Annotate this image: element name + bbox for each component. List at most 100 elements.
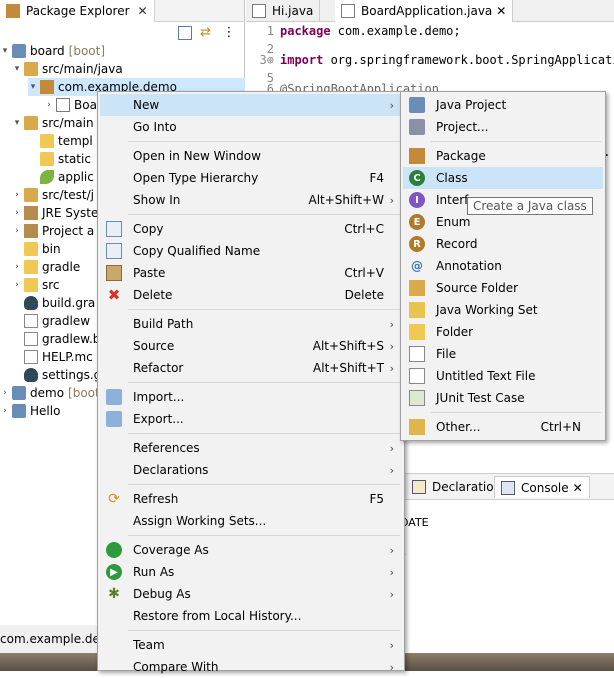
tree-item[interactable]: gradlew.b [12,330,100,348]
menu-item-build-path[interactable]: Build Path › [100,313,402,335]
file-icon [409,346,425,362]
expand-arrow-icon[interactable]: › [12,280,22,290]
tree-item[interactable]: applic [28,168,94,186]
menu-item-package[interactable]: Package [403,145,603,167]
expand-arrow-icon[interactable]: ▾ [12,118,22,128]
menu-item-untitled-text-file[interactable]: Untitled Text File [403,365,603,387]
tree-item-label: demo [30,386,65,400]
menu-item-annotation[interactable]: @ Annotation [403,255,603,277]
tree-item[interactable]: gradlew [12,312,90,330]
editor-tab[interactable]: Hi.java [246,0,321,22]
expand-arrow-icon[interactable]: ▾ [28,82,38,92]
menu-separator [431,141,601,142]
menu-item-compare-with[interactable]: Compare With › [100,656,402,678]
menu-item-debug-as[interactable]: ✱ Debug As › [100,583,402,605]
menu-item-run-as[interactable]: ▶ Run As › [100,561,402,583]
expand-arrow-icon[interactable]: › [44,100,54,110]
editor-tab[interactable]: BoardApplication.java ✕ [335,0,514,22]
expand-arrow-icon[interactable]: › [12,208,22,218]
tree-item[interactable]: ▾ src/main [12,114,94,132]
link-with-editor-icon[interactable]: ⇄ [200,26,214,40]
view-menu-icon[interactable]: ⋮ [222,26,236,40]
tree-item[interactable]: › gradle [12,258,80,276]
expand-arrow-icon[interactable]: › [0,406,10,416]
expand-arrow-icon[interactable]: › [12,262,22,272]
menu-item-references[interactable]: References › [100,437,402,459]
tree-item[interactable]: ▾ board [boot] [0,42,105,60]
menu-item-refresh[interactable]: ⟳ Refresh F5 [100,488,402,510]
menu-item-source[interactable]: Source Alt+Shift+S › [100,335,402,357]
tree-item[interactable]: build.gra [12,294,95,312]
menu-separator [128,382,400,383]
tree-item[interactable]: templ [28,132,93,150]
tree-item[interactable]: settings.g [12,366,101,384]
tree-item[interactable]: › src [12,276,60,294]
tree-item[interactable]: static [28,150,91,168]
folder-icon [40,134,54,148]
menu-item-label: New [133,98,160,112]
expand-arrow-icon[interactable]: › [12,226,22,236]
code-keyword: import [280,53,324,67]
menu-item-go-into[interactable]: Go Into [100,116,402,138]
status-bar: com.example.demo [0,625,119,653]
menu-item-label: Untitled Text File [436,369,536,383]
menu-item-copy[interactable]: Copy Ctrl+C [100,218,402,240]
menu-item-delete[interactable]: ✖ Delete Delete [100,284,402,306]
tree-item[interactable]: › Project a [12,222,94,240]
menu-item-label: Record [436,237,478,251]
close-icon[interactable]: ✕ [496,4,506,18]
close-icon[interactable]: ✕ [138,4,148,18]
expand-arrow-icon[interactable]: › [0,388,10,398]
menu-item-file[interactable]: File [403,343,603,365]
java-file-icon [341,4,355,18]
menu-item-shortcut: Ctrl+C [344,222,384,236]
menu-item-junit-test-case[interactable]: JUnit Test Case [403,387,603,409]
tree-item[interactable]: HELP.mc [12,348,93,366]
menu-item-import[interactable]: Import... [100,386,402,408]
expand-arrow-icon[interactable]: ▾ [0,46,10,56]
menu-item-show-in[interactable]: Show In Alt+Shift+W › [100,189,402,211]
file-icon [24,314,38,328]
tree-item[interactable]: › Hello [0,402,60,420]
console-tab[interactable]: Console ✕ [494,476,590,498]
tree-item[interactable]: › JRE Syste [12,204,98,222]
menu-item-restore-from-local-history[interactable]: Restore from Local History... [100,605,402,627]
menu-item-team[interactable]: Team › [100,634,402,656]
tree-item[interactable]: › Boa [44,96,97,114]
menu-item-other[interactable]: Other... Ctrl+N [403,416,603,438]
collapse-all-icon[interactable] [178,26,192,40]
menu-item-folder[interactable]: Folder [403,321,603,343]
tree-item-suffix: [boot [68,386,100,400]
menu-item-java-project[interactable]: Java Project [403,94,603,116]
menu-item-new[interactable]: New › [100,94,402,116]
tree-item[interactable]: ▾ src/main/java [12,60,123,78]
expand-arrow-icon[interactable]: ▾ [12,64,22,74]
menu-item-refactor[interactable]: Refactor Alt+Shift+T › [100,357,402,379]
console-tab-label: Console [521,480,569,495]
menu-item-open-type-hierarchy[interactable]: Open Type Hierarchy F4 [100,167,402,189]
menu-item-label: Project... [436,120,489,134]
menu-item-export[interactable]: Export... [100,408,402,430]
tree-item[interactable]: › src/test/j [12,186,94,204]
expand-arrow-icon[interactable]: › [12,190,22,200]
menu-item-label: Run As [133,565,175,579]
tree-item[interactable]: bin [12,240,61,258]
package-explorer-tab[interactable]: Package Explorer ✕ [0,0,155,22]
menu-item-class[interactable]: C Class [403,167,603,189]
submenu-arrow-icon: › [389,587,394,601]
console-view: DeclarationConsole✕ DATE s [400,473,614,671]
menu-item-open-in-new-window[interactable]: Open in New Window [100,145,402,167]
menu-item-label: Other... [436,420,481,434]
menu-item-record[interactable]: R Record [403,233,603,255]
menu-item-assign-working-sets[interactable]: Assign Working Sets... [100,510,402,532]
menu-item-paste[interactable]: Paste Ctrl+V [100,262,402,284]
menu-item-declarations[interactable]: Declarations › [100,459,402,481]
menu-item-copy-qualified-name[interactable]: Copy Qualified Name [100,240,402,262]
menu-item-java-working-set[interactable]: Java Working Set [403,299,603,321]
menu-item-coverage-as[interactable]: Coverage As › [100,539,402,561]
tree-item[interactable]: › demo [boot [0,384,100,402]
menu-item-source-folder[interactable]: Source Folder [403,277,603,299]
menu-item-project[interactable]: Project... [403,116,603,138]
console-tab[interactable]: Declaration [406,476,507,498]
close-icon[interactable]: ✕ [573,481,583,495]
